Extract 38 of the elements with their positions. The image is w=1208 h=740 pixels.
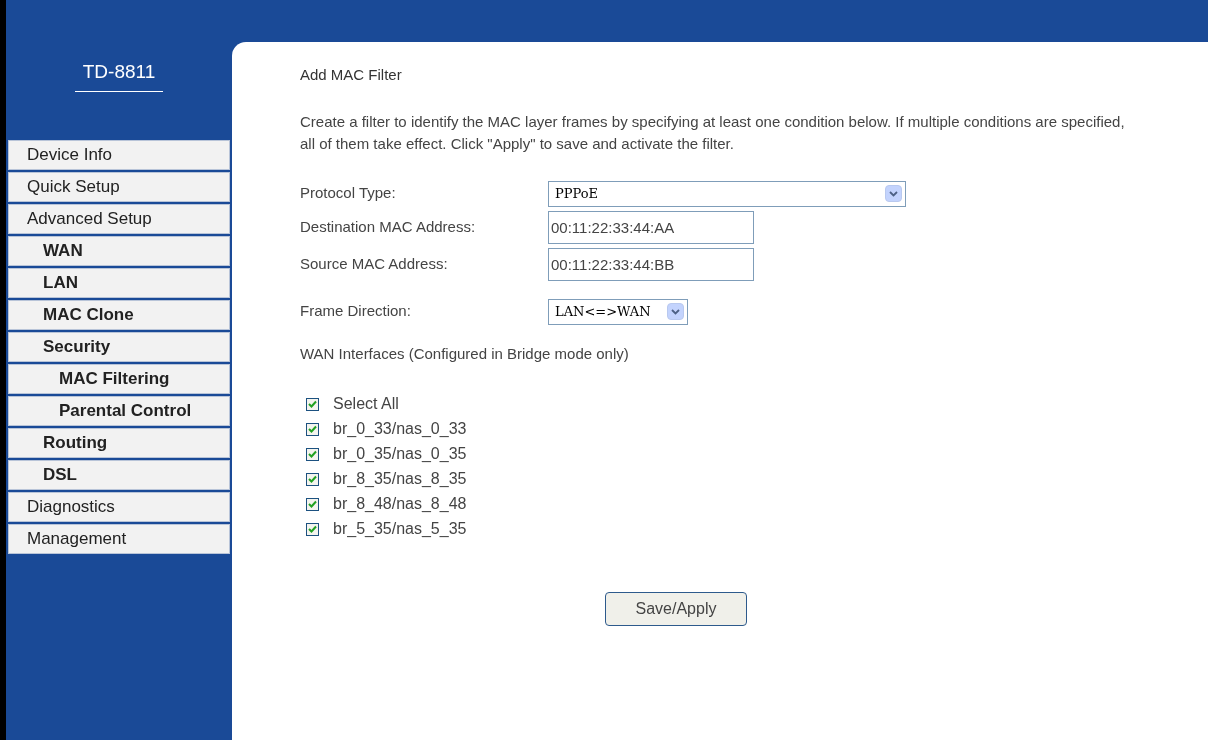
checkbox-label: Select All	[333, 394, 399, 414]
checkbox-label: br_8_35/nas_8_35	[333, 469, 467, 489]
sidebar-item[interactable]: MAC Clone	[8, 300, 230, 330]
checkbox-label: br_0_35/nas_0_35	[333, 444, 467, 464]
sidebar-item[interactable]: DSL	[8, 460, 230, 490]
mac-input-field[interactable]: 00:11:22:33:44:AA	[548, 210, 754, 244]
mac-input-field[interactable]: 00:11:22:33:44:BB	[548, 247, 754, 281]
page-title: Add MAC Filter	[300, 65, 403, 85]
description-text: Create a filter to identify the MAC layer frames by specifying at least one condition below. If multiple conditions are specified, all of them take effect. Click "Apply" to save and activate the filter.	[300, 111, 1126, 154]
checkbox-label: br_0_33/nas_0_33	[333, 419, 467, 439]
sidebar-item[interactable]: Diagnostics	[8, 492, 230, 522]
sidebar-item[interactable]: Security	[8, 332, 230, 362]
field-label: Destination MAC Address:	[300, 216, 477, 237]
sidebar-item[interactable]: Routing	[8, 428, 230, 458]
sidebar-item[interactable]: Device Info	[8, 140, 230, 170]
wan-interfaces-heading: WAN Interfaces (Configured in Bridge mode only)	[300, 343, 630, 364]
brand-title: TD-8811	[74, 58, 164, 92]
sidebar-item[interactable]: LAN	[8, 268, 230, 298]
save-apply-button[interactable]: Save/Apply	[605, 592, 747, 626]
checkbox-label: br_8_48/nas_8_48	[333, 494, 467, 514]
sidebar-item[interactable]: Parental Control	[8, 396, 230, 426]
sidebar-item[interactable]: Management	[8, 524, 230, 554]
sidebar-item[interactable]: WAN	[8, 236, 230, 266]
select-field[interactable]: LAN<=>WAN	[548, 298, 688, 325]
sidebar-item[interactable]: Quick Setup	[8, 172, 230, 202]
checkbox[interactable]	[306, 422, 319, 436]
checkbox[interactable]	[306, 472, 319, 486]
sidebar-item[interactable]: MAC Filtering	[8, 364, 230, 394]
checkbox[interactable]	[306, 522, 319, 536]
select-field[interactable]: PPPoE	[548, 180, 906, 207]
field-label: Frame Direction:	[300, 301, 412, 322]
field-label: Protocol Type:	[300, 183, 397, 204]
field-label: Source MAC Address:	[300, 253, 449, 274]
sidebar-item[interactable]: Advanced Setup	[8, 204, 230, 234]
checkbox[interactable]	[306, 397, 319, 411]
checkbox-label: br_5_35/nas_5_35	[333, 519, 467, 539]
checkbox[interactable]	[306, 497, 319, 511]
checkbox[interactable]	[306, 447, 319, 461]
